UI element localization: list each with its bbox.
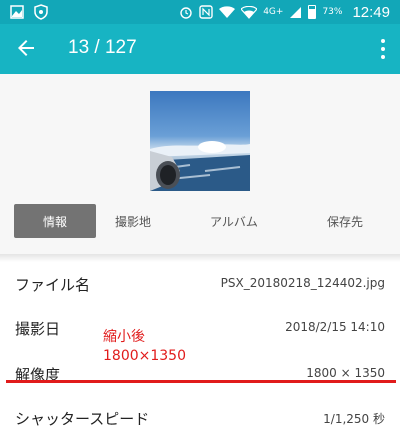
- image-icon: [10, 5, 24, 19]
- info-value: 2018/2/15 14:10: [285, 320, 385, 334]
- annotation-line1: 縮小後: [103, 329, 145, 345]
- nfc-icon: [199, 5, 213, 19]
- info-label: 撮影日: [15, 320, 61, 338]
- info-value: PSX_20180218_124402.jpg: [220, 276, 385, 290]
- status-bar: 4G+ 73% 12:49: [0, 0, 400, 24]
- info-value: 1/1,250 秒: [323, 412, 385, 426]
- more-vert-icon[interactable]: [380, 39, 386, 59]
- info-label: ファイル名: [15, 276, 91, 294]
- status-right-icons: 4G+ 73% 12:49: [179, 3, 390, 21]
- annotation-line2: 1800×1350: [103, 348, 186, 364]
- annotation-text: 縮小後 1800×1350: [103, 328, 186, 366]
- network-type: 4G+: [263, 7, 284, 17]
- info-label: シャッタースピード: [15, 410, 150, 428]
- clock: 12:49: [352, 3, 390, 21]
- info-row-date: 撮影日 2018/2/15 14:10: [15, 312, 385, 342]
- wifi-icon: [219, 5, 236, 18]
- alarm-icon: [180, 7, 192, 19]
- shield-icon: [34, 4, 48, 20]
- photo-header: 情報 撮影地 アルバム 保存先: [0, 74, 400, 254]
- wifi-icon: [241, 5, 258, 19]
- photo-thumbnail[interactable]: [150, 91, 250, 191]
- tab-location[interactable]: 撮影地: [96, 204, 170, 238]
- info-row-filename: ファイル名 PSX_20180218_124402.jpg: [15, 268, 385, 298]
- info-row-resolution: 解像度 1800 × 1350: [15, 358, 385, 388]
- back-arrow-icon[interactable]: [14, 36, 38, 60]
- tab-bar: 情報 撮影地 アルバム 保存先: [14, 204, 392, 238]
- tab-storage[interactable]: 保存先: [298, 204, 392, 238]
- signal-icon: [290, 6, 302, 18]
- info-row-shutter-speed: シャッタースピード 1/1,250 秒: [15, 402, 385, 432]
- status-left-icons: [10, 4, 48, 20]
- tab-info[interactable]: 情報: [14, 204, 96, 238]
- tab-album[interactable]: アルバム: [170, 204, 298, 238]
- section-divider: [0, 254, 400, 262]
- app-bar: 13 / 127: [0, 24, 400, 74]
- page-title: 13 / 127: [68, 37, 137, 58]
- battery-level: 73%: [322, 7, 343, 17]
- annotation-underline: [6, 380, 396, 383]
- battery-icon: [308, 5, 317, 19]
- info-value: 1800 × 1350: [306, 366, 385, 380]
